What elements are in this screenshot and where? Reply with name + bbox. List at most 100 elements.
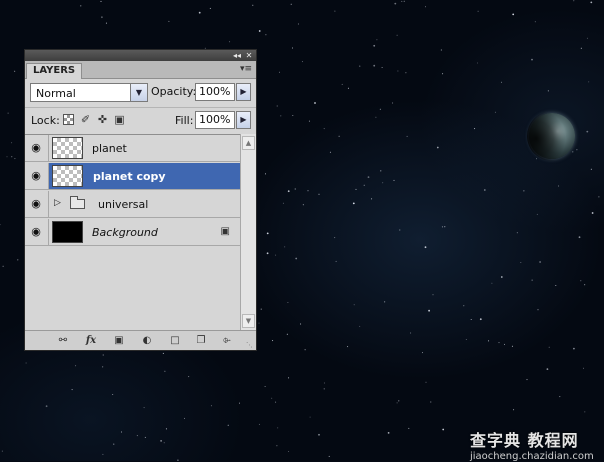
lock-all-icon[interactable]: ▣ [114,114,125,125]
layer-row-planet-copy[interactable]: ◉ planet copy [25,163,240,190]
star [442,73,444,75]
star [580,47,582,49]
layer-thumbnail [52,165,83,187]
star [323,388,325,390]
scroll-down-icon[interactable]: ▼ [242,314,255,328]
layer-row-planet[interactable]: ◉ planet [25,135,240,162]
tab-layers[interactable]: LAYERS [26,63,82,79]
star [323,382,325,384]
star [304,349,306,351]
star [512,13,515,16]
visibility-toggle[interactable]: ◉ [25,163,49,189]
fill-field[interactable]: 100% [195,111,235,129]
layers-scrollbar[interactable]: ▲ ▼ [240,134,256,330]
star [287,190,290,193]
new-layer-icon[interactable]: ❐ [193,334,209,347]
layer-row-background[interactable]: ◉ Background ▣ [25,219,240,246]
panel-titlebar[interactable]: ◂◂ ✕ [25,50,256,61]
star [430,401,432,403]
planet-image [527,111,577,161]
lock-transparent-pixels-icon[interactable] [63,114,74,125]
star [184,417,185,419]
star [25,362,27,364]
star [318,433,320,436]
star [163,442,165,444]
link-layers-icon[interactable]: ⚯ [55,334,71,347]
star [165,428,167,430]
star [266,252,269,255]
eye-icon: ◉ [31,225,41,238]
panel-tab-row: LAYERS ▾≡ [25,61,256,79]
star [318,193,320,195]
star [308,120,310,122]
star [539,261,541,263]
star [580,280,582,282]
collapse-icon[interactable]: ◂◂ [232,50,242,61]
star [583,367,584,369]
star [112,394,114,395]
star [520,262,522,263]
star [531,58,533,61]
layer-name: planet [92,142,127,155]
star [384,301,386,303]
star [14,70,16,72]
star [376,39,378,41]
star [334,237,336,239]
star [401,0,403,2]
opacity-slider-button[interactable]: ▶ [236,83,251,101]
expand-triangle-icon[interactable]: ▷ [54,198,61,208]
add-mask-icon[interactable]: ▣ [111,334,127,347]
star [382,182,384,184]
layer-thumbnail [52,137,83,159]
chevron-down-icon[interactable]: ▼ [130,84,147,101]
star [290,3,292,5]
star [11,142,13,144]
blend-opacity-row: Normal ▼ Opacity: 100% ▶ [25,80,256,106]
star [210,405,212,407]
star [329,151,331,153]
lock-image-pixels-icon[interactable]: ✐ [80,114,91,125]
star [511,345,513,347]
star [381,67,383,68]
star [479,318,482,321]
star [353,304,355,306]
star [302,204,304,206]
star [424,246,427,249]
star [6,156,8,158]
star [260,308,262,310]
opacity-field[interactable]: 100% [195,83,235,101]
star [498,342,500,344]
star [323,128,325,130]
star [297,23,299,25]
star [295,257,298,260]
fx-icon[interactable]: fx [83,334,99,347]
new-group-icon[interactable]: □ [167,334,183,347]
star [162,352,164,354]
lock-position-icon[interactable]: ✜ [97,114,108,125]
close-icon[interactable]: ✕ [244,50,254,61]
star [143,407,145,409]
scroll-up-icon[interactable]: ▲ [242,136,255,150]
star [573,347,575,350]
adjustment-layer-icon[interactable]: ◐ [139,334,155,347]
star [276,105,278,107]
visibility-toggle[interactable]: ◉ [25,135,49,161]
star [440,49,442,51]
star [275,254,277,256]
layer-row-universal[interactable]: ◉ ▷ universal [25,191,240,218]
star [526,379,528,381]
star [428,309,430,312]
blend-mode-select[interactable]: Normal ▼ [30,83,148,102]
star [160,440,163,442]
fill-slider-button[interactable]: ▶ [236,111,251,129]
layers-list: ◉ planet ◉ planet copy ◉ ▷ universal ◉ B… [25,134,240,331]
delete-layer-icon[interactable]: ⌱ [219,334,235,347]
star [347,346,349,348]
resize-grip-icon[interactable]: ⋱ [246,341,254,349]
visibility-toggle[interactable]: ◉ [25,219,49,245]
star [399,229,401,231]
watermark-title: 查字典 教程网 [470,431,579,450]
star [584,411,586,413]
panel-menu-icon[interactable]: ▾≡ [239,64,253,74]
visibility-toggle[interactable]: ◉ [25,191,49,217]
